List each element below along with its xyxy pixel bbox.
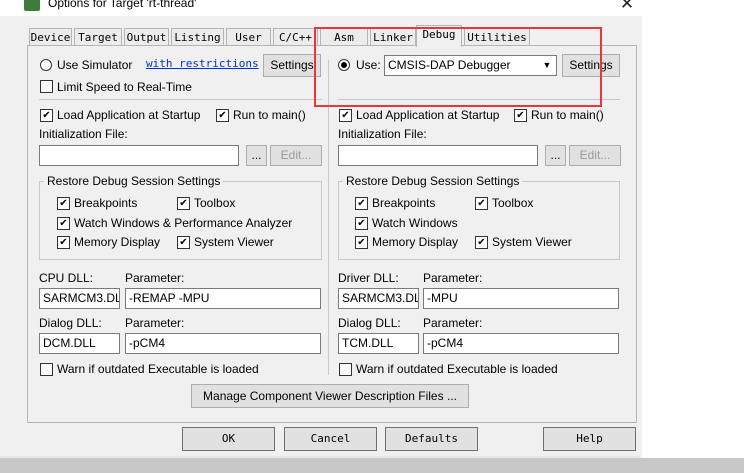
- right-memory-display-checkbox[interactable]: ✔: [355, 236, 368, 249]
- cpu-param-label: Parameter:: [125, 271, 185, 285]
- right-toolbox-label: Toolbox: [492, 196, 534, 210]
- right-toolbox-checkbox[interactable]: ✔: [475, 197, 488, 210]
- right-warn-outdated-label: Warn if outdated Executable is loaded: [356, 362, 558, 376]
- column-divider: [328, 60, 329, 375]
- left-watch-windows-label: Watch Windows & Performance Analyzer: [74, 216, 293, 230]
- driver-dll-label: Driver DLL:: [338, 271, 399, 285]
- right-memory-display-label: Memory Display: [372, 235, 459, 249]
- left-toolbox-label: Toolbox: [194, 196, 236, 210]
- driver-param-input[interactable]: -MPU: [423, 288, 619, 309]
- left-load-app-checkbox[interactable]: ✔: [40, 109, 53, 122]
- right-dialog-param-label: Parameter:: [423, 316, 483, 330]
- left-run-to-main-label: Run to main(): [233, 108, 306, 122]
- highlight-annotation-box: [314, 27, 602, 107]
- right-dialog-dll-label: Dialog DLL:: [338, 316, 401, 330]
- driver-dll-input[interactable]: SARMCM3.DLL: [338, 288, 419, 309]
- left-restore-group-title: Restore Debug Session Settings: [44, 174, 224, 188]
- manage-component-viewer-button[interactable]: Manage Component Viewer Description File…: [191, 384, 469, 408]
- right-dialog-param-input[interactable]: -pCM4: [423, 333, 619, 354]
- taskbar-strip: [0, 458, 744, 473]
- cancel-button[interactable]: Cancel: [284, 427, 377, 451]
- app-icon: [24, 0, 40, 11]
- left-system-viewer-checkbox[interactable]: ✔: [177, 236, 190, 249]
- right-system-viewer-checkbox[interactable]: ✔: [475, 236, 488, 249]
- left-system-viewer-label: System Viewer: [194, 235, 274, 249]
- right-edit-button[interactable]: Edit...: [569, 145, 621, 166]
- left-memory-display-checkbox[interactable]: ✔: [57, 236, 70, 249]
- options-dialog: Options for Target 'rt-thread' ✕ Device …: [0, 0, 744, 473]
- left-warn-outdated-label: Warn if outdated Executable is loaded: [57, 362, 259, 376]
- left-breakpoints-label: Breakpoints: [74, 196, 138, 210]
- right-browse-button[interactable]: ...: [545, 145, 566, 166]
- left-watch-windows-checkbox[interactable]: ✔: [57, 217, 70, 230]
- left-toolbox-checkbox[interactable]: ✔: [177, 197, 190, 210]
- left-dialog-param-label: Parameter:: [125, 316, 185, 330]
- right-breakpoints-label: Breakpoints: [372, 196, 436, 210]
- use-simulator-radio[interactable]: [40, 59, 52, 71]
- left-load-app-label: Load Application at Startup: [57, 108, 201, 122]
- left-browse-button[interactable]: ...: [246, 145, 267, 166]
- window-title: Options for Target 'rt-thread': [48, 0, 197, 10]
- cpu-dll-input[interactable]: SARMCM3.DLL: [39, 288, 120, 309]
- right-load-app-label: Load Application at Startup: [356, 108, 500, 122]
- limit-speed-label: Limit Speed to Real-Time: [57, 80, 192, 94]
- left-run-to-main-checkbox[interactable]: ✔: [216, 109, 229, 122]
- right-breakpoints-checkbox[interactable]: ✔: [355, 197, 368, 210]
- right-watch-windows-label: Watch Windows: [372, 216, 458, 230]
- right-init-file-input[interactable]: [338, 145, 538, 166]
- left-breakpoints-checkbox[interactable]: ✔: [57, 197, 70, 210]
- tab-device[interactable]: Device: [29, 28, 72, 46]
- tab-user[interactable]: User: [226, 28, 271, 46]
- cpu-param-input[interactable]: -REMAP -MPU: [125, 288, 321, 309]
- left-top-separator: [39, 99, 322, 100]
- limit-speed-checkbox[interactable]: [40, 80, 53, 93]
- left-dialog-dll-input[interactable]: DCM.DLL: [39, 333, 120, 354]
- tab-c-cpp[interactable]: C/C++: [273, 28, 318, 46]
- right-run-to-main-checkbox[interactable]: ✔: [514, 109, 527, 122]
- ok-button[interactable]: OK: [182, 427, 275, 451]
- tab-output[interactable]: Output: [124, 28, 169, 46]
- right-init-file-label: Initialization File:: [338, 127, 427, 141]
- tab-listing[interactable]: Listing: [171, 28, 224, 46]
- left-init-file-input[interactable]: [39, 145, 239, 166]
- background-area: [642, 16, 744, 473]
- right-load-app-checkbox[interactable]: ✔: [339, 109, 352, 122]
- right-watch-windows-checkbox[interactable]: ✔: [355, 217, 368, 230]
- cpu-dll-label: CPU DLL:: [39, 271, 94, 285]
- with-restrictions-link[interactable]: with restrictions: [146, 57, 259, 70]
- right-warn-outdated-checkbox[interactable]: [339, 363, 352, 376]
- right-dialog-dll-input[interactable]: TCM.DLL: [338, 333, 419, 354]
- left-warn-outdated-checkbox[interactable]: [40, 363, 53, 376]
- simulator-settings-button[interactable]: Settings: [263, 54, 321, 77]
- left-dialog-dll-label: Dialog DLL:: [39, 316, 102, 330]
- driver-param-label: Parameter:: [423, 271, 483, 285]
- close-icon[interactable]: ✕: [616, 0, 638, 14]
- right-system-viewer-label: System Viewer: [492, 235, 572, 249]
- help-button[interactable]: Help: [543, 427, 636, 451]
- defaults-button[interactable]: Defaults: [385, 427, 478, 451]
- tab-target[interactable]: Target: [74, 28, 122, 46]
- use-simulator-label: Use Simulator: [57, 58, 133, 72]
- left-dialog-param-input[interactable]: -pCM4: [125, 333, 321, 354]
- right-run-to-main-label: Run to main(): [531, 108, 604, 122]
- left-init-file-label: Initialization File:: [39, 127, 128, 141]
- left-memory-display-label: Memory Display: [74, 235, 161, 249]
- left-edit-button[interactable]: Edit...: [270, 145, 322, 166]
- right-restore-group-title: Restore Debug Session Settings: [343, 174, 523, 188]
